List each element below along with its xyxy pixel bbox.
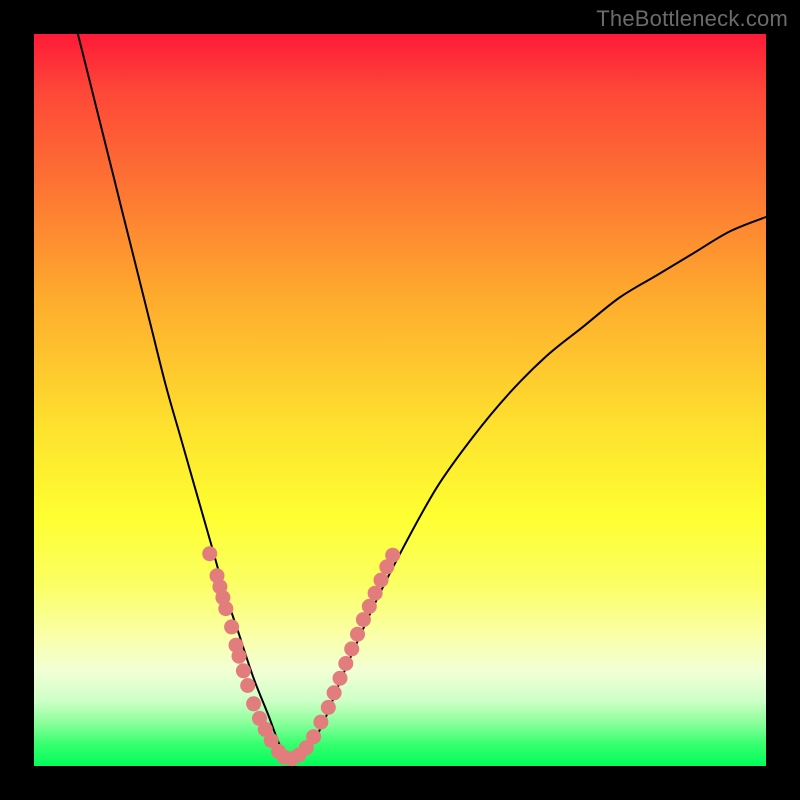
marker-dot [236,663,251,678]
marker-dot [240,678,255,693]
chart-frame: TheBottleneck.com [0,0,800,800]
marker-dot [356,612,371,627]
marker-dot [344,641,359,656]
marker-dot [313,715,328,730]
marker-dot [350,627,365,642]
marker-dot [368,586,383,601]
curve-line [78,34,766,759]
marker-dot [246,696,261,711]
marker-dot [327,685,342,700]
marker-dot [218,601,233,616]
marker-dot [333,671,348,686]
marker-dot [338,656,353,671]
marker-dot [224,619,239,634]
data-markers [202,546,400,766]
marker-dot [306,729,321,744]
marker-dot [385,548,400,563]
watermark-text: TheBottleneck.com [596,6,788,32]
marker-dot [232,649,247,664]
marker-dot [202,546,217,561]
bottleneck-curve [78,34,766,759]
marker-dot [374,573,389,588]
marker-dot [321,700,336,715]
plot-area [34,34,766,766]
chart-svg [34,34,766,766]
marker-dot [362,599,377,614]
